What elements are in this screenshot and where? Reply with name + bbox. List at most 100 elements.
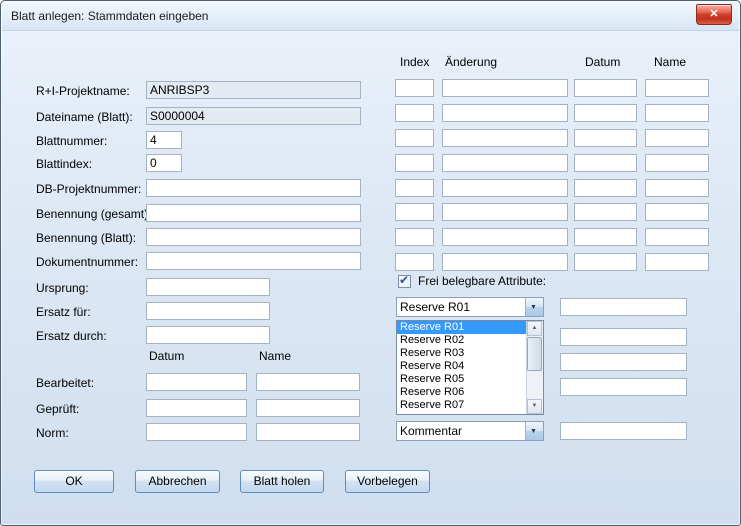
revision-aenderung-input[interactable] (442, 203, 568, 221)
projektname-field (146, 81, 361, 99)
list-item-reserve-r06[interactable]: Reserve R06 (397, 386, 527, 399)
frei-attribute-label: Frei belegbare Attribute: (418, 274, 546, 288)
revision-aenderung-input[interactable] (442, 179, 568, 197)
attribute-value-field-1[interactable] (560, 298, 687, 316)
dialog-window: Blatt anlegen: Stammdaten eingeben ✕ R+I… (0, 0, 741, 526)
dialog-title: Blatt anlegen: Stammdaten eingeben (11, 9, 208, 23)
norm-datum-field[interactable] (146, 423, 247, 441)
revision-datum-input[interactable] (574, 154, 637, 172)
kommentar-combobox[interactable]: Kommentar ▼ (396, 421, 544, 441)
blattindex-label: Blattindex: (36, 157, 92, 171)
benennung-gesamt-field[interactable] (146, 204, 361, 222)
revision-aenderung-input[interactable] (442, 253, 568, 271)
revision-datum-input[interactable] (574, 104, 637, 122)
blatt-holen-button[interactable]: Blatt holen (240, 470, 324, 493)
scroll-up-icon[interactable]: ▲ (527, 321, 542, 336)
combo-dropdown-button[interactable]: ▼ (525, 298, 543, 316)
dokumentnummer-field[interactable] (146, 252, 361, 270)
revision-name-input[interactable] (645, 203, 709, 221)
list-item-reserve-r01[interactable]: Reserve R01 (397, 321, 527, 334)
revision-name-input[interactable] (645, 129, 709, 147)
revision-index-input[interactable] (395, 129, 434, 147)
revision-datum-input[interactable] (574, 203, 637, 221)
list-item-reserve-r07[interactable]: Reserve R07 (397, 399, 527, 412)
attribute-value-field-3[interactable] (560, 353, 687, 371)
ersatz-fuer-label: Ersatz für: (36, 305, 91, 319)
revision-name-input[interactable] (645, 179, 709, 197)
kommentar-combobox-value: Kommentar (400, 424, 523, 438)
chevron-down-icon: ▼ (530, 304, 537, 311)
blattnummer-label: Blattnummer: (36, 134, 107, 148)
benennung-blatt-field[interactable] (146, 228, 361, 246)
close-button[interactable]: ✕ (696, 4, 732, 25)
list-item-reserve-r04[interactable]: Reserve R04 (397, 360, 527, 373)
ok-button[interactable]: OK (34, 470, 114, 493)
revision-name-input[interactable] (645, 104, 709, 122)
geprueft-label: Geprüft: (36, 402, 79, 416)
ersatz-durch-label: Ersatz durch: (36, 329, 107, 343)
norm-name-field[interactable] (256, 423, 360, 441)
revision-aenderung-input[interactable] (442, 228, 568, 246)
attribute-dropdown-list: Reserve R01 Reserve R02 Reserve R03 Rese… (396, 320, 544, 415)
revision-name-header: Name (654, 55, 686, 69)
revision-index-input[interactable] (395, 179, 434, 197)
revision-aenderung-input[interactable] (442, 129, 568, 147)
db-projektnummer-field[interactable] (146, 179, 361, 197)
vorbelegen-button[interactable]: Vorbelegen (345, 470, 430, 493)
geprueft-datum-field[interactable] (146, 399, 247, 417)
revision-aenderung-input[interactable] (442, 154, 568, 172)
blattnummer-field[interactable] (146, 131, 182, 149)
list-item-reserve-r02[interactable]: Reserve R02 (397, 334, 527, 347)
list-item-reserve-r03[interactable]: Reserve R03 (397, 347, 527, 360)
revision-name-input[interactable] (645, 79, 709, 97)
revision-index-input[interactable] (395, 228, 434, 246)
revision-datum-input[interactable] (574, 79, 637, 97)
ersatz-durch-field[interactable] (146, 326, 270, 344)
title-bar[interactable]: Blatt anlegen: Stammdaten eingeben ✕ (2, 2, 739, 31)
revision-name-input[interactable] (645, 228, 709, 246)
frei-attribute-checkbox[interactable]: ✔ (398, 275, 411, 288)
revision-aenderung-input[interactable] (442, 104, 568, 122)
db-projektnummer-label: DB-Projektnummer: (36, 182, 141, 196)
revision-index-input[interactable] (395, 154, 434, 172)
revision-index-input[interactable] (395, 104, 434, 122)
attribute-combobox[interactable]: Reserve R01 ▼ (396, 297, 544, 317)
kommentar-value-field[interactable] (560, 422, 687, 440)
dateiname-label: Dateiname (Blatt): (36, 110, 133, 124)
ersatz-fuer-field[interactable] (146, 302, 270, 320)
attribute-value-field-2[interactable] (560, 328, 687, 346)
combo-dropdown-button[interactable]: ▼ (525, 422, 543, 440)
geprueft-name-field[interactable] (256, 399, 360, 417)
revision-datum-input[interactable] (574, 228, 637, 246)
bearbeitet-name-field[interactable] (256, 373, 360, 391)
revision-index-input[interactable] (395, 203, 434, 221)
scrollbar-thumb[interactable] (527, 337, 542, 371)
revision-name-input[interactable] (645, 154, 709, 172)
revision-datum-input[interactable] (574, 179, 637, 197)
benennung-gesamt-label: Benennung (gesamt): (36, 207, 151, 221)
revision-datum-input[interactable] (574, 129, 637, 147)
attribute-combobox-value: Reserve R01 (400, 300, 523, 314)
datum-column-header: Datum (149, 349, 184, 363)
attribute-value-field-4[interactable] (560, 378, 687, 396)
revision-aenderung-input[interactable] (442, 79, 568, 97)
revision-datum-input[interactable] (574, 253, 637, 271)
name-column-header: Name (259, 349, 291, 363)
blattindex-field[interactable] (146, 154, 182, 172)
revision-index-input[interactable] (395, 253, 434, 271)
bearbeitet-datum-field[interactable] (146, 373, 247, 391)
list-scrollbar[interactable]: ▲ ▼ (526, 321, 543, 414)
norm-label: Norm: (36, 426, 69, 440)
chevron-down-icon: ▼ (530, 428, 537, 435)
scroll-down-icon[interactable]: ▼ (527, 399, 542, 414)
list-item-reserve-r05[interactable]: Reserve R05 (397, 373, 527, 386)
revision-datum-header: Datum (585, 55, 620, 69)
abbrechen-button[interactable]: Abbrechen (135, 470, 220, 493)
benennung-blatt-label: Benennung (Blatt): (36, 231, 136, 245)
revision-name-input[interactable] (645, 253, 709, 271)
revision-index-input[interactable] (395, 79, 434, 97)
ursprung-field[interactable] (146, 278, 270, 296)
dateiname-field (146, 107, 361, 125)
bearbeitet-label: Bearbeitet: (36, 376, 94, 390)
checkmark-icon: ✔ (399, 273, 409, 287)
